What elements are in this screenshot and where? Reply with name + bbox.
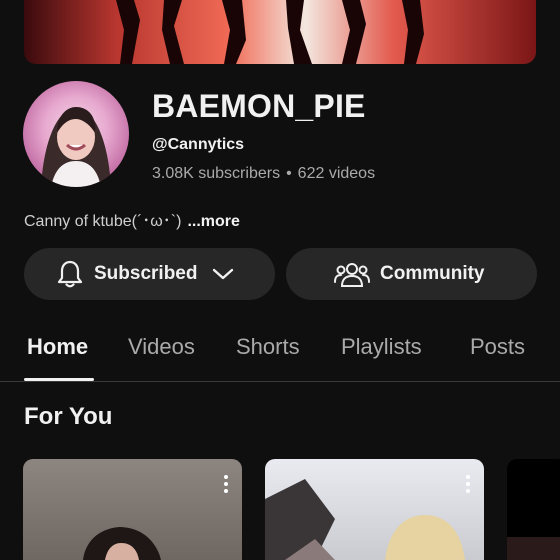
community-icon	[334, 263, 370, 287]
avatar-image	[41, 107, 111, 187]
video-thumbnail	[265, 479, 465, 560]
video-thumbnail	[507, 537, 560, 560]
subscriber-count: 3.08K subscribers	[152, 165, 281, 182]
channel-handle: @Cannytics	[152, 136, 245, 153]
section-title: For You	[24, 403, 113, 430]
video-card[interactable]	[23, 459, 242, 560]
video-count: 622 videos	[297, 165, 376, 182]
tab-videos[interactable]: Videos	[128, 334, 195, 360]
banner-image	[116, 0, 424, 64]
video-card[interactable]	[265, 459, 484, 560]
community-button[interactable]: Community	[286, 248, 537, 300]
channel-avatar[interactable]	[23, 81, 129, 187]
more-vert-icon[interactable]	[224, 475, 228, 493]
channel-stats: 3.08K subscribers • 622 videos	[152, 165, 375, 183]
tabs-divider	[0, 381, 560, 382]
channel-banner[interactable]	[24, 0, 536, 64]
subscribed-button[interactable]: Subscribed	[24, 248, 275, 300]
video-card[interactable]	[507, 459, 560, 560]
tab-home[interactable]: Home	[27, 334, 88, 360]
tab-posts[interactable]: Posts	[470, 334, 525, 360]
subscribed-label: Subscribed	[94, 263, 198, 284]
more-vert-icon[interactable]	[466, 475, 470, 493]
community-label: Community	[380, 263, 485, 284]
channel-description[interactable]: Canny of ktube(´･ω･`) ...more	[24, 207, 240, 231]
tab-playlists[interactable]: Playlists	[341, 334, 422, 360]
more-link[interactable]: ...more	[187, 213, 239, 230]
description-text: Canny of ktube(´･ω･`)	[24, 213, 182, 230]
video-thumbnail	[83, 527, 161, 560]
bell-icon	[57, 260, 83, 288]
chevron-down-icon	[213, 268, 234, 280]
stats-separator: •	[286, 165, 292, 182]
channel-name: BAEMON_PIE	[152, 88, 366, 124]
tab-shorts[interactable]: Shorts	[236, 334, 300, 360]
